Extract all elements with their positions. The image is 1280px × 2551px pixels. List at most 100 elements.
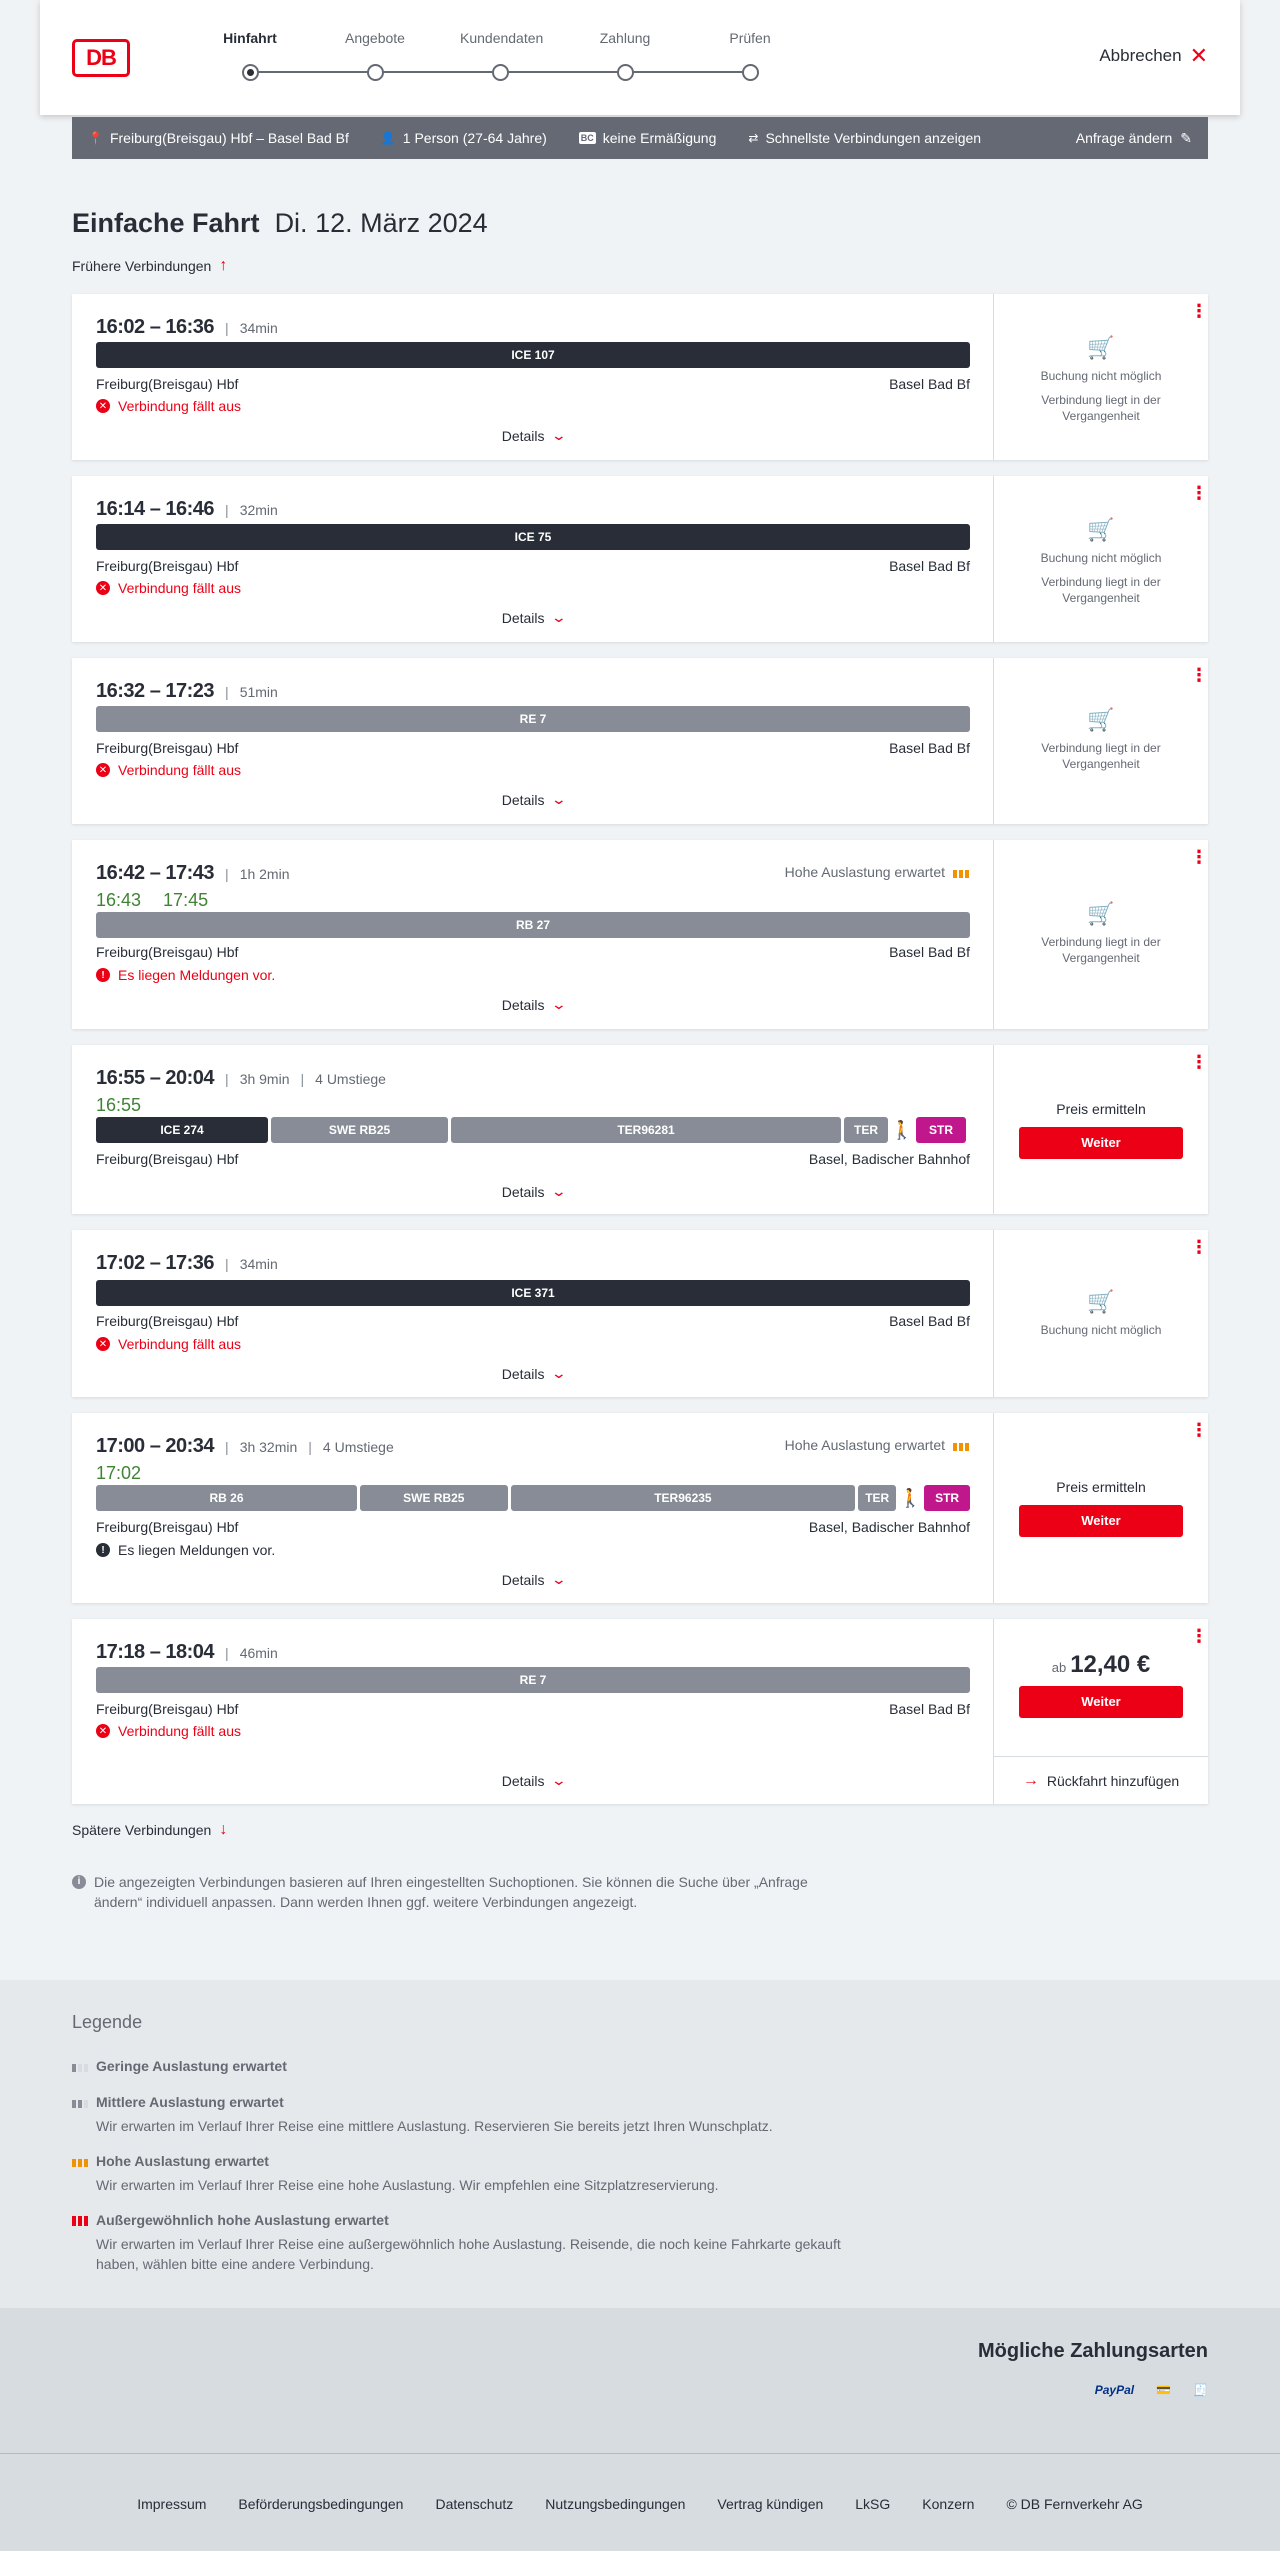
realtime-departure: 17:02 xyxy=(96,1463,142,1483)
connection-times: 16:55 – 20:04 | 3h 9min | 4 Umstiege xyxy=(96,1067,386,1089)
connection-main: 16:32 – 17:23 | 51min RE 7 Freiburg(Breisg… xyxy=(72,658,994,824)
time-range: 17:00 – 20:34 xyxy=(96,1435,215,1457)
route-summary: 📍 Freiburg(Breisgau) Hbf – Basel Bad Bf xyxy=(88,130,349,146)
more-options-icon[interactable]: ⋮ xyxy=(1190,848,1208,866)
more-options-icon[interactable]: ⋮ xyxy=(1190,1421,1208,1439)
footer-link-vertrag-kuendigen[interactable]: Vertrag kündigen xyxy=(717,2496,823,2512)
departure-station: Freiburg(Breisgau) Hbf xyxy=(96,376,239,392)
payment-methods-section: Mögliche Zahlungsarten PayPal 💳 🧾 xyxy=(0,2308,1280,2453)
occupancy-high-icon xyxy=(953,1439,969,1451)
error-icon: ✕ xyxy=(96,1724,110,1738)
connection-card[interactable]: 16:42 – 17:43 | 1h 2min Hohe Auslastung er… xyxy=(72,840,1208,1029)
more-options-icon[interactable]: ⋮ xyxy=(1190,1053,1208,1071)
train-segment: ICE 107 xyxy=(96,342,970,368)
more-options-icon[interactable]: ⋮ xyxy=(1190,1627,1208,1645)
duration: 34min xyxy=(239,1255,278,1272)
details-toggle[interactable]: Details ⌄ xyxy=(72,609,994,626)
connection-side: ⋮ Preis ermitteln Weiter xyxy=(994,1045,1208,1214)
more-options-icon[interactable]: ⋮ xyxy=(1190,484,1208,502)
add-return-trip-button[interactable]: → Rückfahrt hinzufügen xyxy=(994,1756,1208,1804)
departure-station: Freiburg(Breisgau) Hbf xyxy=(96,1313,239,1329)
connection-card[interactable]: 16:14 – 16:46 | 32min ICE 75 Freiburg(Brei… xyxy=(72,476,1208,642)
error-icon: ✕ xyxy=(96,399,110,413)
connection-card[interactable]: 17:00 – 20:34 | 3h 32min | 4 Umstiege Hohe A… xyxy=(72,1413,1208,1603)
person-icon: 👤 xyxy=(380,131,396,145)
footer-link-nutzungsbedingungen[interactable]: Nutzungsbedingungen xyxy=(545,2496,685,2512)
more-options-icon[interactable]: ⋮ xyxy=(1190,1238,1208,1256)
connection-card[interactable]: 17:02 – 17:36 | 34min ICE 371 Freiburg(Bre… xyxy=(72,1230,1208,1397)
connection-side: ⋮ 🛒 Verbindung liegt in der Vergangenheit xyxy=(994,658,1208,824)
train-segment: TER96235 xyxy=(510,1485,856,1511)
later-connections-link[interactable]: Spätere Verbindungen ↓ xyxy=(72,1821,227,1839)
train-bar: RE 7 xyxy=(96,1667,970,1693)
details-toggle[interactable]: Details ⌄ xyxy=(72,1183,994,1200)
chevron-down-icon: ⌄ xyxy=(550,427,567,443)
details-toggle[interactable]: Details ⌄ xyxy=(72,996,994,1013)
connection-card[interactable]: 16:55 – 20:04 | 3h 9min | 4 Umstiege 16:55 I… xyxy=(72,1045,1208,1214)
connection-card[interactable]: 16:32 – 17:23 | 51min RE 7 Freiburg(Breisg… xyxy=(72,658,1208,824)
footer-link-lksg[interactable]: LkSG xyxy=(855,2496,890,2512)
stations: Freiburg(Breisgau) Hbf Basel Bad Bf xyxy=(96,944,970,960)
cancel-notice: ✕ Verbindung fällt aus xyxy=(96,580,241,596)
duration: 1h 2min xyxy=(239,865,290,882)
realtime-times: 16:43 17:45 xyxy=(96,890,230,911)
db-logo[interactable]: DB xyxy=(72,39,130,77)
departure-station: Freiburg(Breisgau) Hbf xyxy=(96,1701,239,1717)
notice-text: Verbindung fällt aus xyxy=(118,398,241,414)
details-toggle[interactable]: Details ⌄ xyxy=(72,1571,994,1588)
connection-main: 16:42 – 17:43 | 1h 2min Hohe Auslastung er… xyxy=(72,840,994,1029)
invoice-icon: 🧾 xyxy=(1193,2383,1208,2397)
footer-link-impressum[interactable]: Impressum xyxy=(137,2496,206,2512)
step-dot xyxy=(491,64,509,81)
connection-side: ⋮ ab 12,40 € Weiter → Rückfahrt hinzufügen xyxy=(994,1619,1208,1804)
connection-main: 17:02 – 17:36 | 34min ICE 371 Freiburg(Bre… xyxy=(72,1230,994,1397)
footer-link-befoerderungsbedingungen[interactable]: Beförderungsbedingungen xyxy=(238,2496,403,2512)
footer-link-konzern[interactable]: Konzern xyxy=(922,2496,974,2512)
notice-text: Verbindung fällt aus xyxy=(118,580,241,596)
connection-card[interactable]: 17:18 – 18:04 | 46min RE 7 Freiburg(Breisg… xyxy=(72,1619,1208,1804)
booking-status: 🛒 Buchung nicht möglich Verbindung liegt i… xyxy=(994,336,1208,424)
details-toggle[interactable]: Details ⌄ xyxy=(72,791,994,808)
cancel-notice: ✕ Verbindung fällt aus xyxy=(96,762,241,778)
step-label: Zahlung xyxy=(599,30,651,46)
stations: Freiburg(Breisgau) Hbf Basel Bad Bf xyxy=(96,1701,970,1717)
connection-times: 17:02 – 17:36 | 34min xyxy=(96,1252,278,1274)
connection-times: 16:32 – 17:23 | 51min xyxy=(96,680,278,702)
connection-main: 17:00 – 20:34 | 3h 32min | 4 Umstiege Hohe A… xyxy=(72,1413,994,1603)
details-label: Details xyxy=(501,1365,545,1382)
more-options-icon[interactable]: ⋮ xyxy=(1190,666,1208,684)
change-request-button[interactable]: Anfrage ändern ✎ xyxy=(1076,130,1192,147)
option-text: Schnellste Verbindungen anzeigen xyxy=(765,130,982,146)
time-range: 16:42 – 17:43 xyxy=(96,862,215,884)
time-range: 16:32 – 17:23 xyxy=(96,680,215,702)
connection-times: 16:02 – 16:36 | 34min xyxy=(96,316,278,338)
continue-button[interactable]: Weiter xyxy=(1019,1686,1183,1718)
details-label: Details xyxy=(501,1183,545,1200)
payment-icons: PayPal 💳 🧾 xyxy=(1095,2383,1208,2397)
bahncard-icon: BC xyxy=(578,132,596,144)
footer-link-datenschutz[interactable]: Datenschutz xyxy=(435,2496,513,2512)
legend-section: Legende Geringe Auslastung erwartet Mitt… xyxy=(0,1980,1280,2308)
message-notice: ! Es liegen Meldungen vor. xyxy=(96,967,275,983)
walking-icon: 🚶 xyxy=(890,1119,914,1140)
notice-text: Verbindung fällt aus xyxy=(118,1723,241,1739)
connection-times: 17:00 – 20:34 | 3h 32min | 4 Umstiege xyxy=(96,1435,394,1457)
step-zahlung: Zahlung xyxy=(585,30,665,81)
footer: Impressum Beförderungsbedingungen Datens… xyxy=(0,2453,1280,2551)
continue-button[interactable]: Weiter xyxy=(1019,1127,1183,1159)
details-toggle[interactable]: Details ⌄ xyxy=(72,1365,994,1382)
connection-card[interactable]: 16:02 – 16:36 | 34min ICE 107 Freiburg(Bre… xyxy=(72,294,1208,460)
legend-item-title: Außergewöhnlich hohe Auslastung erwartet xyxy=(96,2212,389,2228)
stations: Freiburg(Breisgau) Hbf Basel, Badischer B… xyxy=(96,1151,970,1167)
price-box: ab 12,40 € Weiter xyxy=(994,1653,1208,1718)
warning-icon: ! xyxy=(96,1543,110,1557)
stations: Freiburg(Breisgau) Hbf Basel, Badischer B… xyxy=(96,1519,970,1535)
earlier-connections-link[interactable]: Frühere Verbindungen ↑ xyxy=(72,257,227,275)
occupancy-text: Hohe Auslastung erwartet xyxy=(784,864,945,880)
step-label: Prüfen xyxy=(729,30,771,46)
more-options-icon[interactable]: ⋮ xyxy=(1190,302,1208,320)
cancel-button[interactable]: Abbrechen ✕ xyxy=(1099,45,1208,67)
continue-button[interactable]: Weiter xyxy=(1019,1505,1183,1537)
details-toggle[interactable]: Details ⌄ xyxy=(72,1772,994,1789)
details-toggle[interactable]: Details ⌄ xyxy=(72,427,994,444)
